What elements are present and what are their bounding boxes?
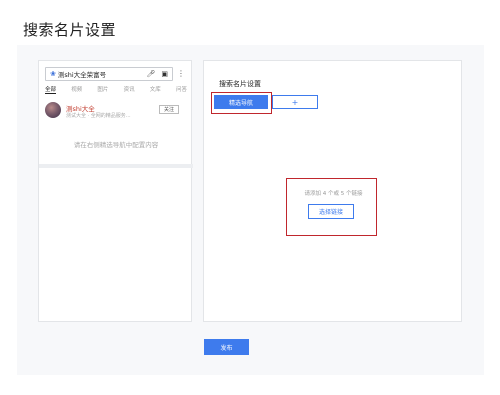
preview-tab-images: 图片: [97, 87, 109, 93]
follow-button: 关注: [159, 105, 179, 114]
preview-tab-all: 全部: [45, 87, 57, 94]
page-title: 搜索名片设置: [23, 21, 117, 39]
more-icon: ⋮: [177, 69, 185, 78]
mic-icon: 🎤︎: [146, 70, 156, 78]
divider: [39, 164, 193, 168]
preview-tabs: 全部 视频 图片 资讯 文库 问答: [45, 85, 187, 94]
publish-button[interactable]: 发布: [204, 339, 249, 355]
avatar: [45, 102, 61, 118]
preview-tab-video: 视频: [71, 87, 83, 93]
account-subtitle: 测试大全 · 全网的精品服务...: [66, 113, 131, 119]
highlight-box: [211, 92, 272, 114]
paw-icon: ❀: [50, 70, 56, 78]
preview-account-card: 测shi大全 测试大全 · 全网的精品服务... 关注: [45, 102, 187, 122]
preview-tab-news: 资讯: [123, 87, 135, 93]
add-nav-tab-button[interactable]: +: [272, 95, 318, 109]
camera-icon: ▣: [161, 70, 168, 78]
config-panel: 搜索名片设置 精选导航 + 请添加 4 个或 5 个链接 选择链接: [203, 60, 462, 322]
search-card-preview: ❀ 测shi大全荣富号 🎤︎ ▣ ⋮ 全部 视频 图片 资讯 文库 问答 测sh…: [38, 60, 193, 322]
preview-tab-library: 文库: [149, 87, 161, 93]
highlight-box: [286, 178, 377, 236]
preview-tab-qa: 问答: [175, 87, 187, 93]
preview-hint: 请在右侧精选导航中配置内容: [73, 141, 159, 149]
config-title: 搜索名片设置: [219, 80, 261, 88]
preview-search-text: 测shi大全荣富号: [57, 71, 107, 79]
preview-search-bar: ❀ 测shi大全荣富号 🎤︎ ▣: [45, 67, 173, 81]
